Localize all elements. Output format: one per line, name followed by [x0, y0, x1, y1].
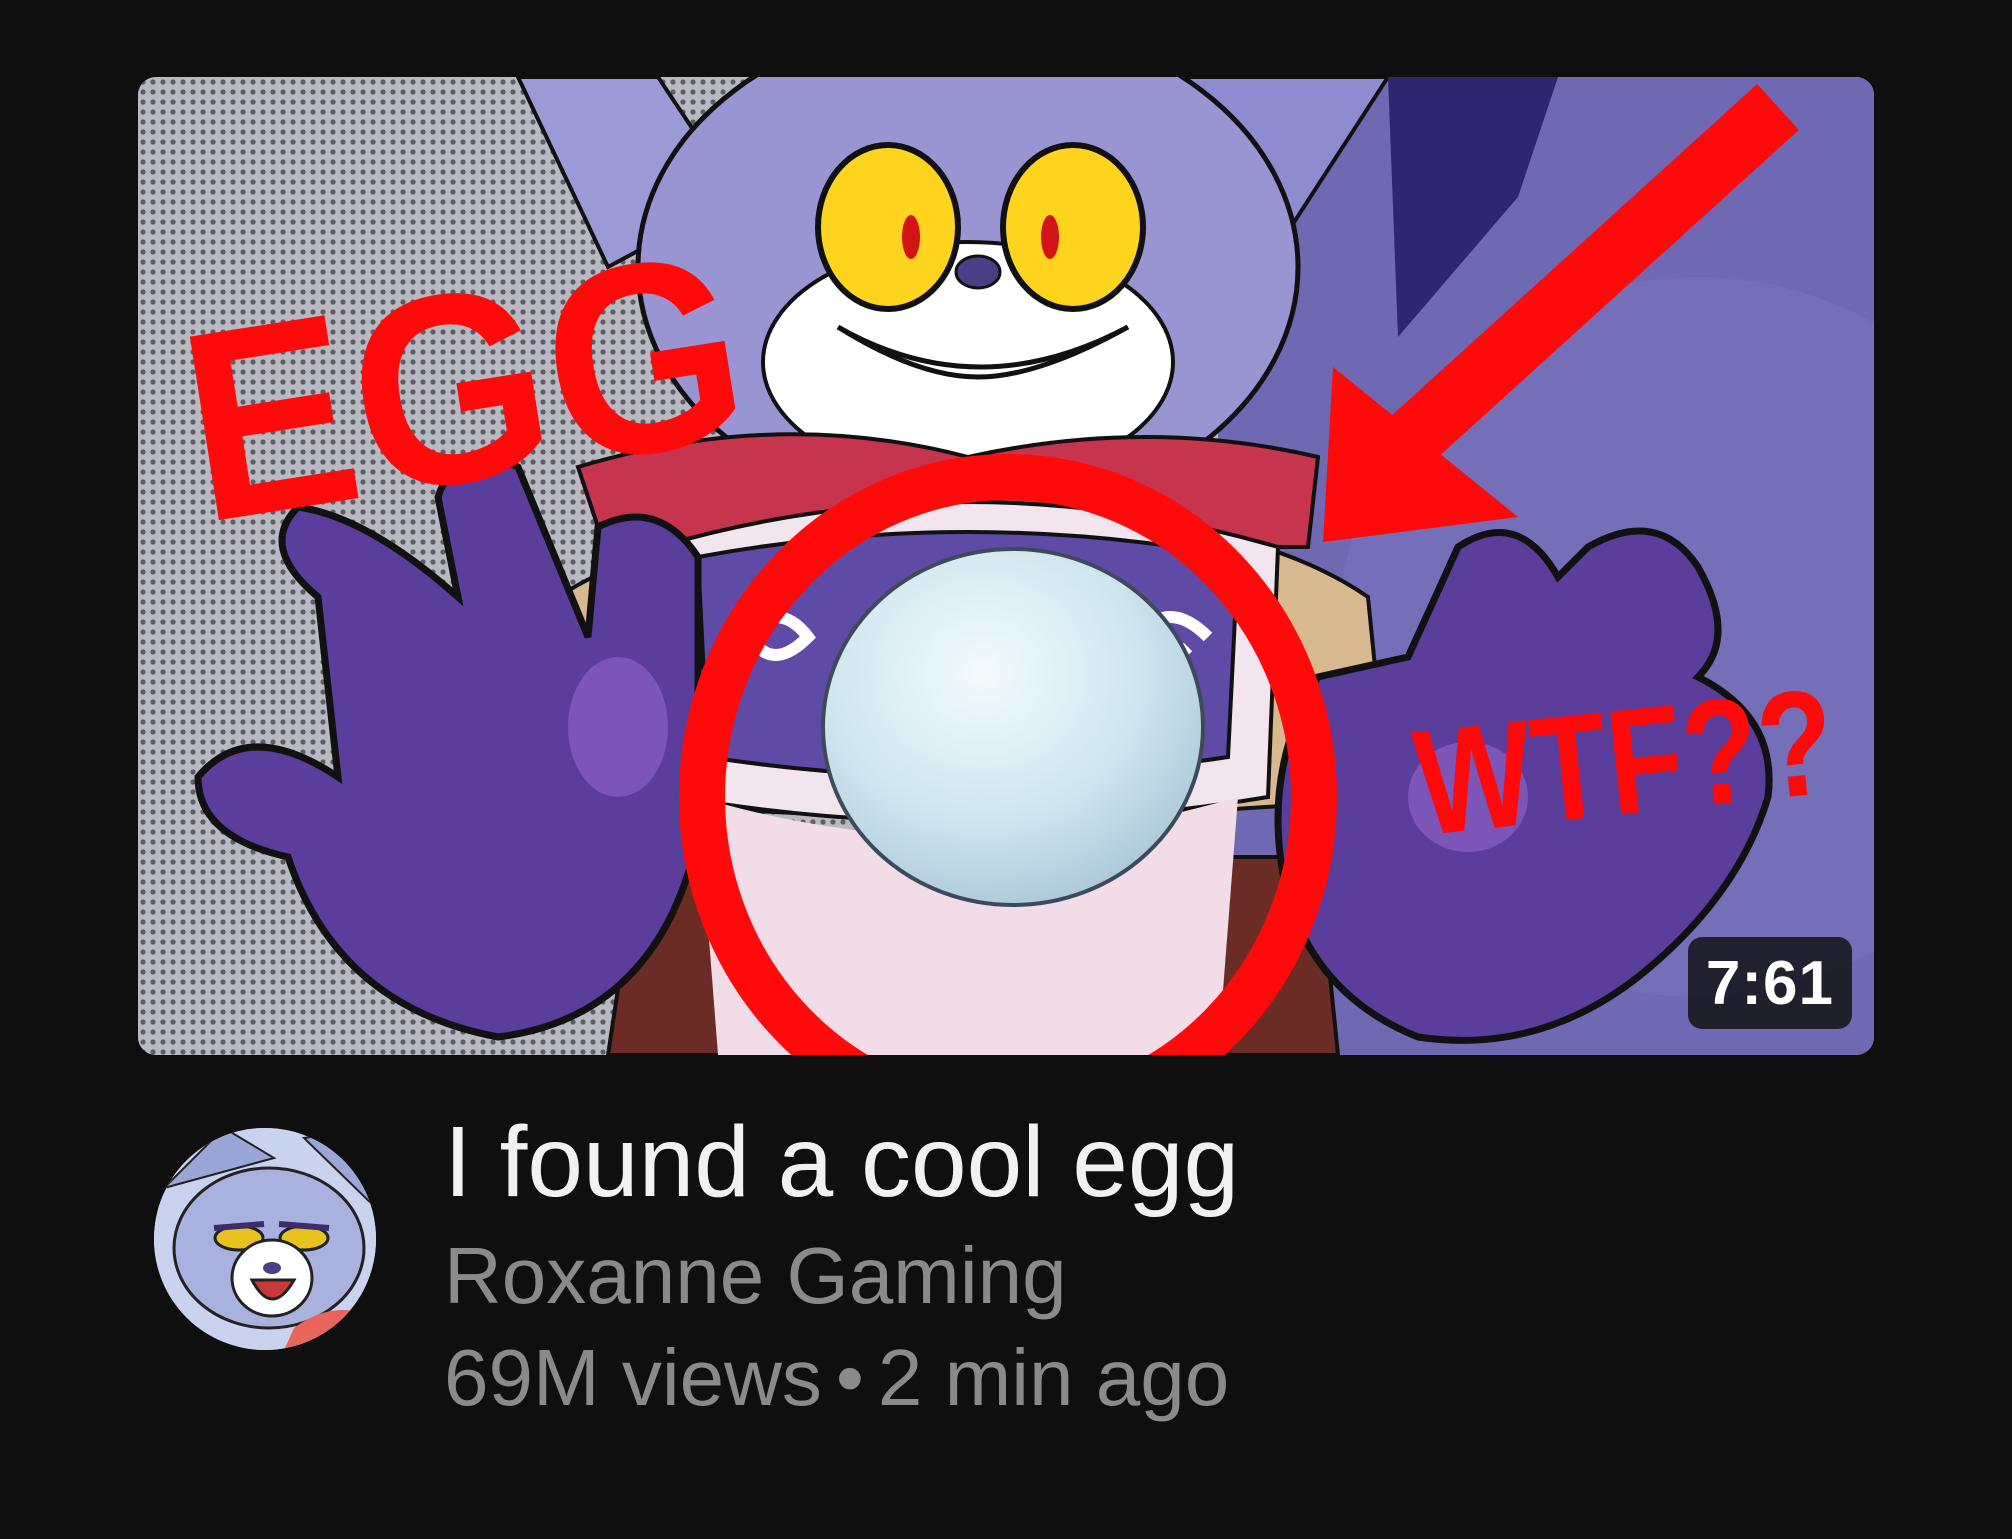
- roxanne-avatar-icon: [154, 1128, 376, 1350]
- video-thumbnail[interactable]: EGG WTF?? 7:61: [138, 77, 1874, 1055]
- upload-age: 2 min ago: [877, 1333, 1230, 1422]
- video-stats: 69M views • 2 min ago: [444, 1330, 1844, 1426]
- video-meta: I found a cool egg Roxanne Gaming 69M vi…: [444, 1100, 1844, 1426]
- thumbnail-artwork: EGG WTF??: [138, 77, 1874, 1055]
- stats-separator: •: [835, 1333, 864, 1422]
- view-count: 69M views: [444, 1333, 822, 1422]
- channel-name[interactable]: Roxanne Gaming: [444, 1228, 1844, 1324]
- duration-badge: 7:61: [1687, 937, 1852, 1029]
- video-card[interactable]: EGG WTF?? 7:61 I found a cool egg Roxann…: [0, 0, 2012, 1539]
- video-title[interactable]: I found a cool egg: [444, 1100, 1844, 1224]
- channel-avatar[interactable]: [154, 1128, 376, 1350]
